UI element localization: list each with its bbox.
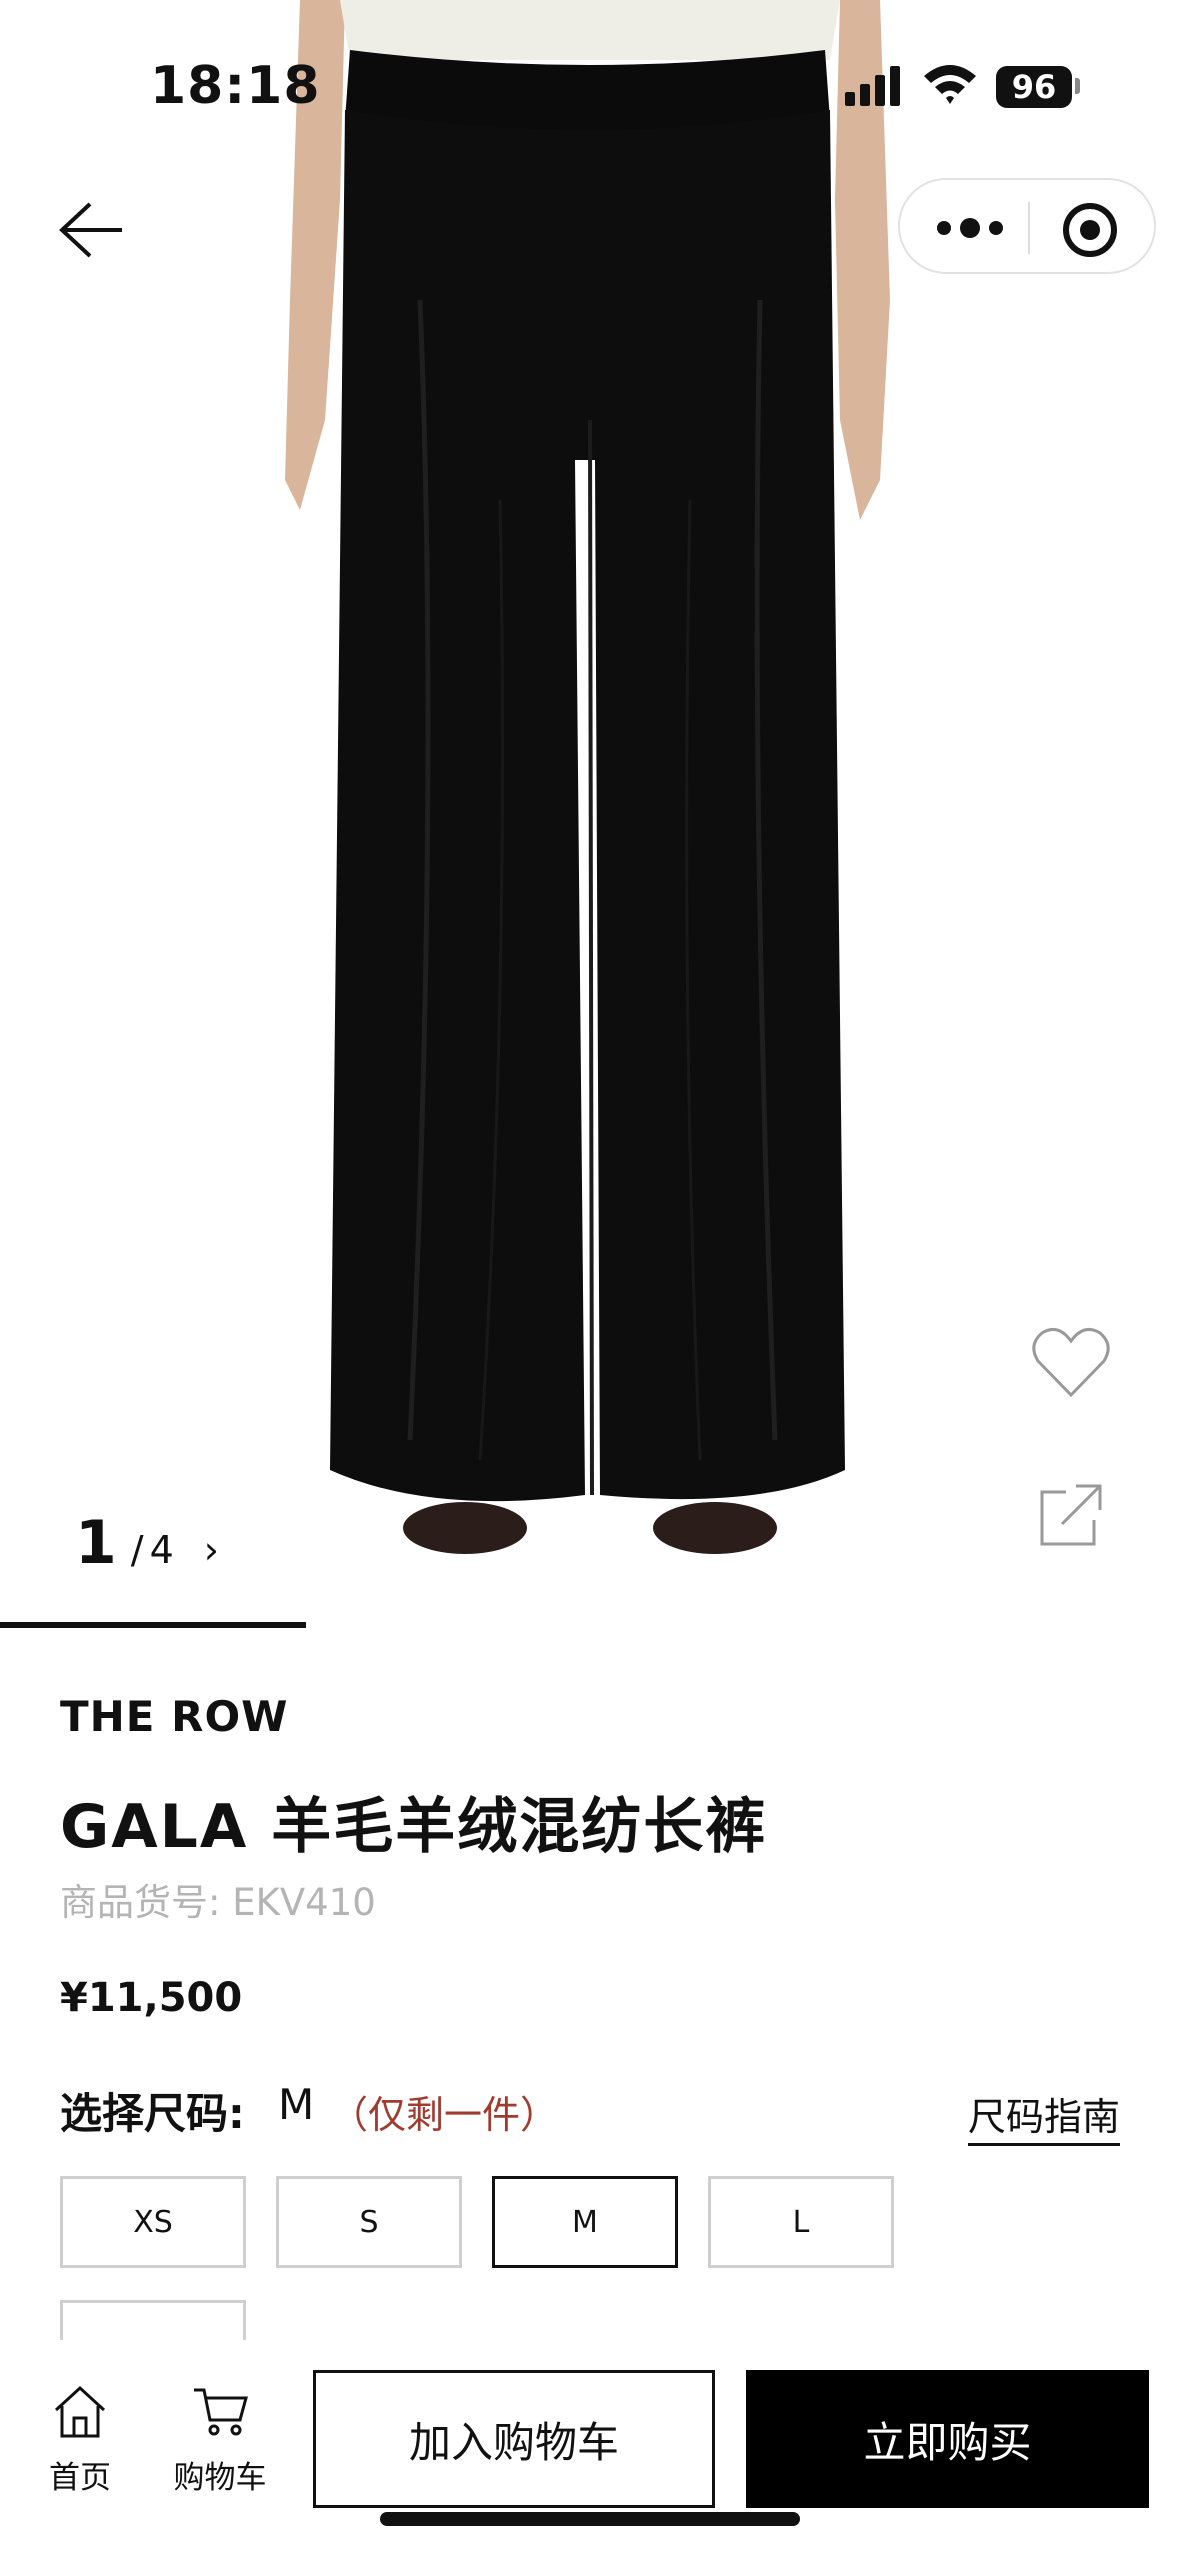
home-icon (54, 2385, 106, 2438)
size-option-s[interactable]: S (276, 2176, 462, 2268)
product-price: ¥11,500 (60, 1975, 243, 2021)
gallery-progress-line (0, 1622, 306, 1628)
target-icon[interactable] (1060, 200, 1120, 260)
product-title: GALA 羊毛羊绒混纺长裤 (60, 1792, 768, 1862)
tab-home[interactable]: 首页 (40, 2384, 120, 2497)
arrow-left-icon[interactable] (50, 190, 130, 270)
size-option-partial[interactable] (60, 2300, 246, 2340)
battery-tip (1075, 78, 1080, 94)
size-selected-value: M (278, 2080, 315, 2129)
brand-name[interactable]: THE ROW (60, 1692, 288, 1741)
size-option-xs[interactable]: XS (60, 2176, 246, 2268)
cart-icon (194, 2388, 248, 2436)
gallery-pager: 1 / 4 › (75, 1508, 219, 1578)
size-stock-note: （仅剩一件） (330, 2093, 559, 2137)
battery-icon: 96 (996, 66, 1072, 108)
share-external-icon[interactable] (1036, 1480, 1106, 1550)
cellular-signal-icon (845, 66, 900, 106)
sku-label: 商品货号: (60, 1881, 221, 1924)
buy-now-button[interactable]: 立即购买 (746, 2370, 1149, 2508)
home-indicator (380, 2512, 800, 2526)
gallery-next-icon[interactable]: › (204, 1528, 219, 1572)
gallery-total: 4 (149, 1528, 174, 1572)
size-option-l[interactable]: L (708, 2176, 894, 2268)
status-bar: 18:18 96 (0, 0, 1179, 170)
gallery-current: 1 (75, 1508, 117, 1578)
tab-home-label: 首页 (49, 2460, 111, 2496)
wifi-icon (924, 65, 976, 104)
size-selector-header: 选择尺码: M （仅剩一件） 尺码指南 (60, 2080, 1120, 2146)
miniprogram-capsule (898, 178, 1156, 274)
size-option-m[interactable]: M (492, 2176, 678, 2268)
status-time: 18:18 (150, 56, 321, 116)
gallery-separator: / (130, 1528, 144, 1572)
sku-value: EKV410 (232, 1881, 376, 1924)
more-dots-icon[interactable] (930, 208, 1010, 248)
size-label: 选择尺码: (60, 2089, 245, 2138)
tab-cart-label: 购物车 (173, 2460, 267, 2496)
size-guide-link[interactable]: 尺码指南 (967, 2086, 1120, 2146)
add-to-cart-button[interactable]: 加入购物车 (313, 2370, 715, 2508)
heart-icon[interactable] (1030, 1325, 1112, 1400)
product-sku: 商品货号: EKV410 (60, 1872, 376, 1926)
capsule-divider (1028, 202, 1030, 254)
tab-cart[interactable]: 购物车 (170, 2384, 270, 2497)
